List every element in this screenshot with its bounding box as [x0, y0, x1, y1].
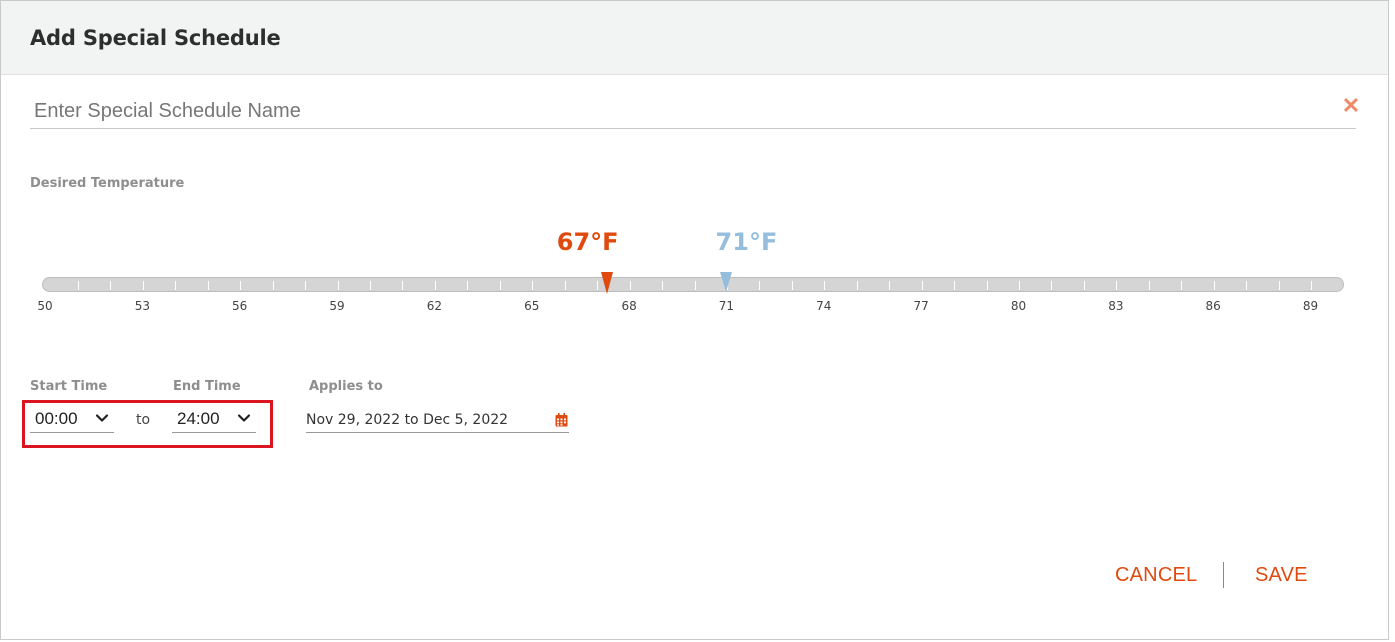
end-time-select[interactable]: 24:00 — [172, 405, 256, 433]
end-time-label: End Time — [173, 379, 241, 394]
temperature-tick-label: 56 — [232, 299, 248, 313]
save-button[interactable]: SAVE — [1255, 564, 1308, 587]
slider-tick — [986, 281, 988, 290]
slider-tick — [629, 281, 631, 290]
temperature-tick-label: 86 — [1205, 299, 1221, 313]
slider-tick — [532, 281, 534, 290]
slider-tick — [1213, 281, 1215, 290]
temperature-tick-label: 77 — [913, 299, 929, 313]
slider-tick — [1019, 281, 1020, 290]
slider-tick — [370, 281, 371, 290]
temperature-tick-label: 71 — [718, 299, 735, 313]
temperature-tick-label: 50 — [37, 299, 53, 313]
slider-tick — [694, 281, 696, 290]
slider-tick — [1116, 281, 1118, 290]
temperature-tick-label: 59 — [329, 299, 345, 313]
slider-tick — [564, 281, 566, 290]
slider-tick — [1278, 281, 1280, 290]
slider-tick — [662, 281, 664, 290]
applies-to-date-range-field[interactable]: Nov 29, 2022 to Dec 5, 2022 — [306, 406, 569, 433]
slider-tick — [889, 281, 891, 290]
slider-tick — [856, 281, 858, 290]
close-icon[interactable]: ✕ — [1341, 95, 1361, 117]
slider-tick — [1051, 281, 1053, 290]
slider-tick — [921, 281, 923, 290]
slider-tick — [791, 281, 793, 290]
high-temperature-value: 71°F — [715, 228, 778, 256]
start-time-label: Start Time — [30, 379, 108, 394]
slider-tick — [305, 281, 307, 290]
temperature-tick-label: 83 — [1108, 299, 1124, 313]
schedule-name-input[interactable] — [30, 95, 1356, 129]
dialog-header: Add Special Schedule — [1, 1, 1388, 75]
slider-tick — [1311, 281, 1313, 290]
slider-tick — [824, 281, 826, 290]
chevron-down-icon — [237, 414, 251, 422]
end-time-value: 24:00 — [177, 409, 220, 428]
time-range-separator: to — [136, 412, 151, 428]
slider-tick — [77, 281, 79, 290]
cancel-button[interactable]: CANCEL — [1115, 564, 1197, 587]
slider-tick — [759, 281, 761, 290]
desired-temperature-label: Desired Temperature — [30, 176, 185, 191]
slider-tick — [597, 281, 599, 290]
temperature-tick-label: 89 — [1302, 299, 1319, 313]
slider-tick — [272, 281, 274, 290]
slider-tick — [1181, 281, 1183, 290]
temperature-tick-label: 80 — [1010, 299, 1027, 313]
add-special-schedule-dialog: Add Special Schedule ✕ Desired Temperatu… — [0, 0, 1389, 640]
low-temperature-handle[interactable] — [600, 272, 613, 294]
slider-tick — [175, 281, 177, 290]
slider-tick — [434, 281, 436, 290]
slider-tick — [1083, 281, 1085, 290]
dialog-title: Add Special Schedule — [30, 26, 281, 50]
slider-tick — [110, 281, 112, 290]
temperature-tick-label: 53 — [134, 299, 150, 313]
slider-tick — [402, 281, 404, 290]
slider-tick — [467, 281, 469, 290]
applies-to-label: Applies to — [309, 379, 383, 394]
start-time-select[interactable]: 00:00 — [30, 405, 114, 433]
slider-tick — [499, 281, 501, 290]
chevron-down-icon — [95, 414, 109, 422]
slider-tick — [142, 281, 144, 290]
temperature-tick-label: 68 — [621, 299, 637, 313]
slider-tick — [207, 281, 209, 290]
start-time-value: 00:00 — [35, 409, 78, 428]
calendar-icon[interactable] — [555, 413, 568, 427]
date-range-value: Nov 29, 2022 to Dec 5, 2022 — [306, 412, 509, 428]
high-temperature-handle[interactable] — [720, 272, 733, 292]
slider-tick — [1246, 281, 1248, 290]
slider-tick — [954, 281, 956, 290]
temperature-tick-label: 74 — [816, 299, 832, 313]
slider-tick — [240, 281, 242, 290]
footer-divider — [1223, 562, 1224, 588]
temperature-tick-label: 62 — [426, 299, 443, 313]
low-temperature-value: 67°F — [556, 228, 619, 256]
slider-tick — [337, 281, 339, 290]
temperature-slider-track[interactable] — [42, 277, 1344, 292]
slider-tick — [1148, 281, 1150, 290]
temperature-tick-label: 65 — [524, 299, 540, 313]
